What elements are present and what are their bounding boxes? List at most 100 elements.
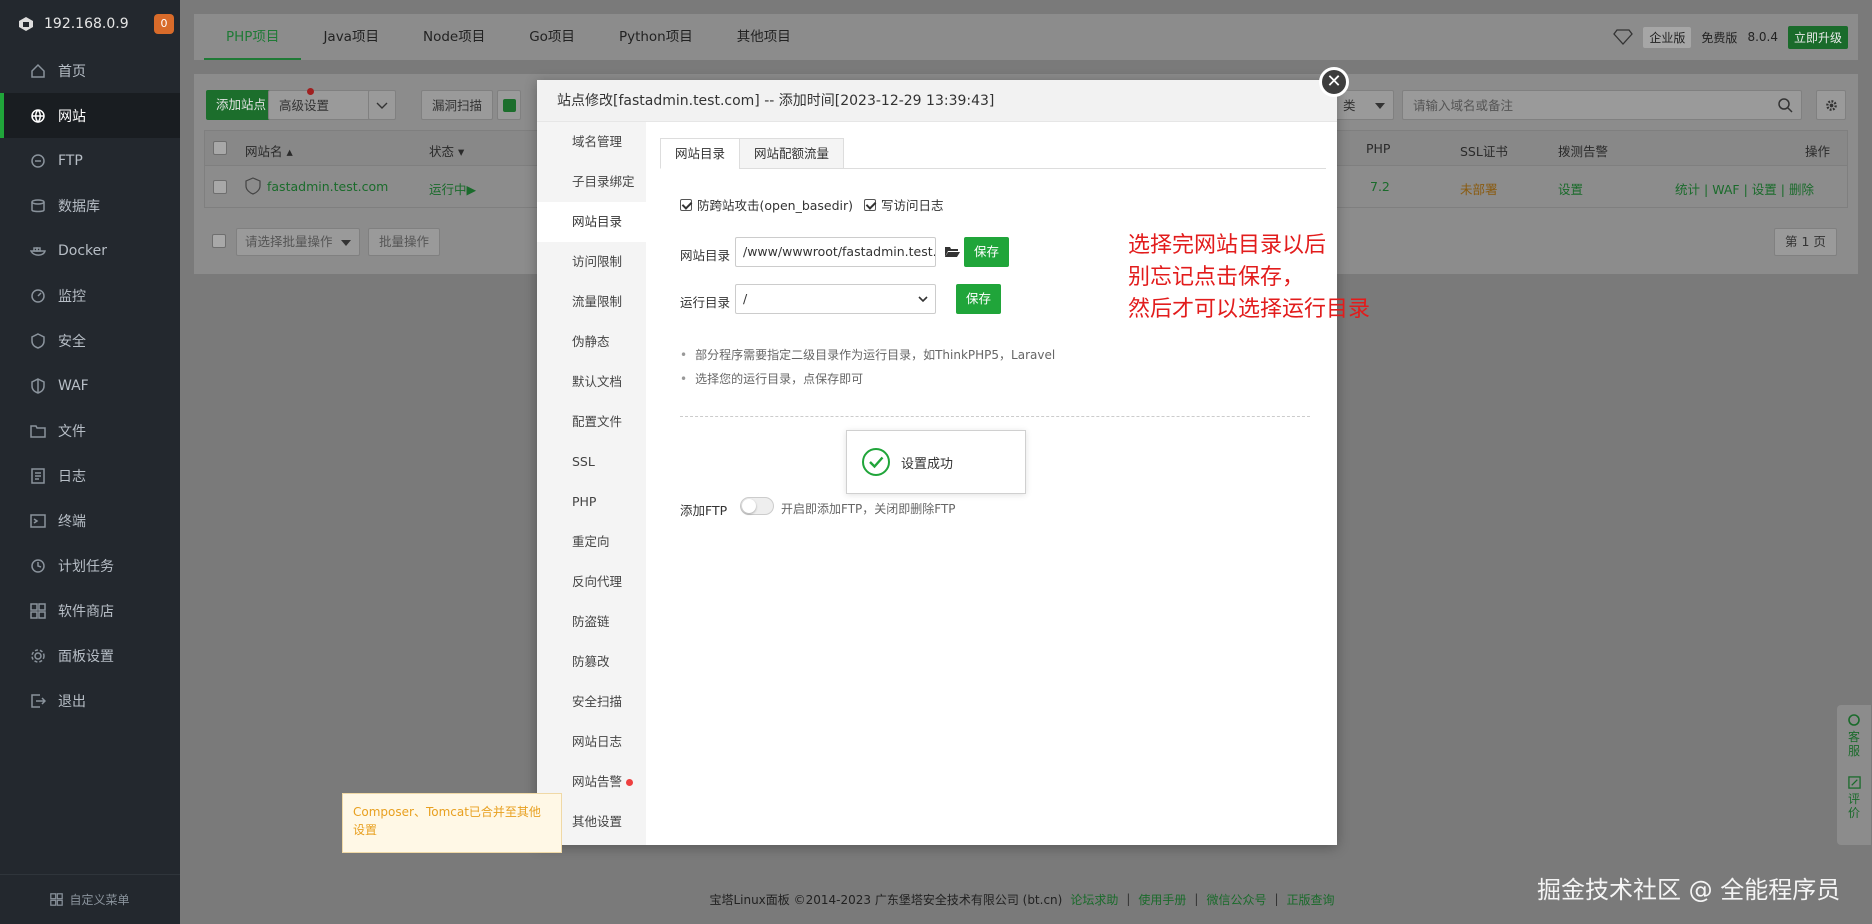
- modal-nav-item-5[interactable]: 伪静态: [537, 322, 646, 362]
- nginx-button[interactable]: [497, 90, 521, 120]
- open-basedir-checkbox[interactable]: 防跨站攻击(open_basedir): [680, 195, 853, 214]
- op-waf-link[interactable]: WAF: [1712, 182, 1739, 197]
- sidebar-item-3[interactable]: 数据库: [0, 183, 180, 228]
- modal-nav-item-1[interactable]: 子目录绑定: [537, 162, 646, 202]
- add-site-button[interactable]: 添加站点: [206, 90, 277, 120]
- project-tab-1[interactable]: Java项目: [301, 14, 401, 60]
- site-name-link[interactable]: fastadmin.test.com: [267, 179, 388, 194]
- project-tab-2[interactable]: Node项目: [401, 14, 507, 60]
- sidebar-item-5[interactable]: 监控: [0, 273, 180, 318]
- modal-nav-item-13[interactable]: 防篡改: [537, 642, 646, 682]
- alert-dot: [626, 779, 633, 786]
- sidebar-item-11[interactable]: 计划任务: [0, 543, 180, 588]
- batch-action-select[interactable]: 请选择批量操作: [236, 228, 360, 256]
- sidebar-item-10[interactable]: 终端: [0, 498, 180, 543]
- pagination-page[interactable]: 第 1 页: [1774, 228, 1837, 256]
- site-ssl-status[interactable]: 未部署: [1460, 179, 1498, 198]
- save-site-dir-button[interactable]: 保存: [964, 237, 1010, 267]
- sidebar-item-13[interactable]: 面板设置: [0, 633, 180, 678]
- row-checkbox[interactable]: [213, 180, 227, 194]
- modal-nav-label: 伪静态: [572, 334, 610, 349]
- wechat-link[interactable]: 微信公众号: [1206, 891, 1266, 908]
- gear-icon: [1825, 100, 1837, 111]
- save-run-dir-button[interactable]: 保存: [956, 284, 1002, 314]
- sidebar-item-1[interactable]: 网站: [0, 93, 180, 138]
- vuln-scan-button[interactable]: 漏洞扫描: [421, 90, 494, 120]
- tab-site-quota[interactable]: 网站配额流量: [739, 138, 845, 169]
- site-alarm-settings[interactable]: 设置: [1558, 179, 1583, 198]
- select-all-checkbox[interactable]: [213, 141, 227, 155]
- modal-nav-item-6[interactable]: 默认文档: [537, 362, 646, 402]
- modal-nav-item-2[interactable]: 网站目录: [537, 202, 646, 242]
- modal-nav-item-15[interactable]: 网站日志: [537, 722, 646, 762]
- enterprise-edition-link[interactable]: 企业版: [1643, 26, 1692, 48]
- server-ip: 192.168.0.9: [44, 16, 129, 32]
- op-delete-link[interactable]: 删除: [1789, 182, 1814, 197]
- custom-menu-button[interactable]: 自定义菜单: [0, 874, 180, 924]
- sidebar-item-label: 安全: [58, 333, 86, 350]
- folder-open-icon[interactable]: [944, 245, 960, 258]
- project-tab-3[interactable]: Go项目: [507, 14, 597, 60]
- batch-action-button[interactable]: 批量操作: [368, 228, 441, 256]
- access-log-checkbox[interactable]: 写访问日志: [864, 195, 944, 214]
- gear-icon: [31, 648, 45, 663]
- col-php: PHP: [1366, 141, 1391, 156]
- site-php-version[interactable]: 7.2: [1370, 179, 1390, 194]
- upgrade-button[interactable]: 立即升级: [1787, 25, 1848, 49]
- advanced-settings-button[interactable]: 高级设置: [268, 90, 371, 120]
- category-select[interactable]: 类: [1334, 90, 1394, 120]
- project-tab-0[interactable]: PHP项目: [204, 14, 302, 60]
- sidebar-item-4[interactable]: Docker: [0, 228, 180, 273]
- modal-nav-item-0[interactable]: 域名管理: [537, 122, 646, 162]
- sidebar-item-8[interactable]: 文件: [0, 408, 180, 453]
- customer-service-button[interactable]: 客服: [1837, 705, 1871, 758]
- sidebar: 192.168.0.9 0 首页网站 FTP 数据库 Docker 监控安全 WAF 文件日…: [0, 0, 180, 924]
- sidebar-item-0[interactable]: 首页: [0, 48, 180, 93]
- modal-nav-item-7[interactable]: 配置文件: [537, 402, 646, 442]
- modal-nav-label: 反向代理: [572, 574, 623, 589]
- sidebar-item-7[interactable]: WAF: [0, 363, 180, 408]
- modal-nav-item-9[interactable]: PHP: [537, 482, 646, 522]
- modal-nav-item-11[interactable]: 反向代理: [537, 562, 646, 602]
- table-settings-button[interactable]: [1816, 90, 1846, 120]
- project-tab-5[interactable]: 其他项目: [715, 14, 813, 60]
- sidebar-item-label: 计划任务: [58, 558, 114, 575]
- forum-link[interactable]: 论坛求助: [1070, 891, 1118, 908]
- sidebar-item-label: 首页: [58, 63, 86, 80]
- col-name[interactable]: 网站名 ▴: [245, 141, 293, 160]
- close-icon[interactable]: ✕: [1319, 67, 1349, 97]
- sidebar-item-2[interactable]: FTP: [0, 138, 180, 183]
- modal-nav-item-8[interactable]: SSL: [537, 442, 646, 482]
- modal-nav-label: PHP: [572, 494, 597, 509]
- site-dir-input[interactable]: /www/wwwroot/fastadmin.test.com/1.3: [735, 237, 936, 267]
- notification-badge[interactable]: 0: [154, 14, 174, 34]
- site-status[interactable]: 运行中▶: [429, 179, 476, 198]
- sidebar-item-12[interactable]: 软件商店: [0, 588, 180, 633]
- chevron-down-icon: [376, 102, 388, 109]
- modal-nav-item-4[interactable]: 流量限制: [537, 282, 646, 322]
- site-search-input[interactable]: 请输入域名或备注: [1402, 90, 1802, 120]
- genuine-check-link[interactable]: 正版查询: [1287, 891, 1335, 908]
- manual-link[interactable]: 使用手册: [1138, 891, 1186, 908]
- project-tab-4[interactable]: Python项目: [597, 14, 715, 60]
- batch-checkbox[interactable]: [212, 234, 226, 248]
- modal-nav-item-3[interactable]: 访问限制: [537, 242, 646, 282]
- modal-title: 站点修改[fastadmin.test.com] -- 添加时间[2023-12…: [537, 80, 1337, 122]
- search-icon[interactable]: [1778, 98, 1793, 113]
- modal-nav-item-14[interactable]: 安全扫描: [537, 682, 646, 722]
- add-ftp-toggle[interactable]: [740, 497, 774, 515]
- success-toast: 设置成功: [846, 430, 1026, 494]
- col-status[interactable]: 状态 ▾: [429, 141, 464, 160]
- op-stats-link[interactable]: 统计: [1675, 182, 1700, 197]
- op-settings-link[interactable]: 设置: [1752, 182, 1777, 197]
- rating-button[interactable]: 评价: [1837, 758, 1871, 820]
- modal-nav-item-12[interactable]: 防盗链: [537, 602, 646, 642]
- sidebar-item-6[interactable]: 安全: [0, 318, 180, 363]
- sidebar-item-label: 日志: [58, 468, 86, 485]
- advanced-dropdown-button[interactable]: [368, 90, 396, 120]
- run-dir-select[interactable]: /: [735, 284, 936, 314]
- modal-nav-item-10[interactable]: 重定向: [537, 522, 646, 562]
- sidebar-item-14[interactable]: 退出: [0, 678, 180, 723]
- sidebar-item-9[interactable]: 日志: [0, 453, 180, 498]
- tab-site-dir[interactable]: 网站目录: [660, 138, 741, 169]
